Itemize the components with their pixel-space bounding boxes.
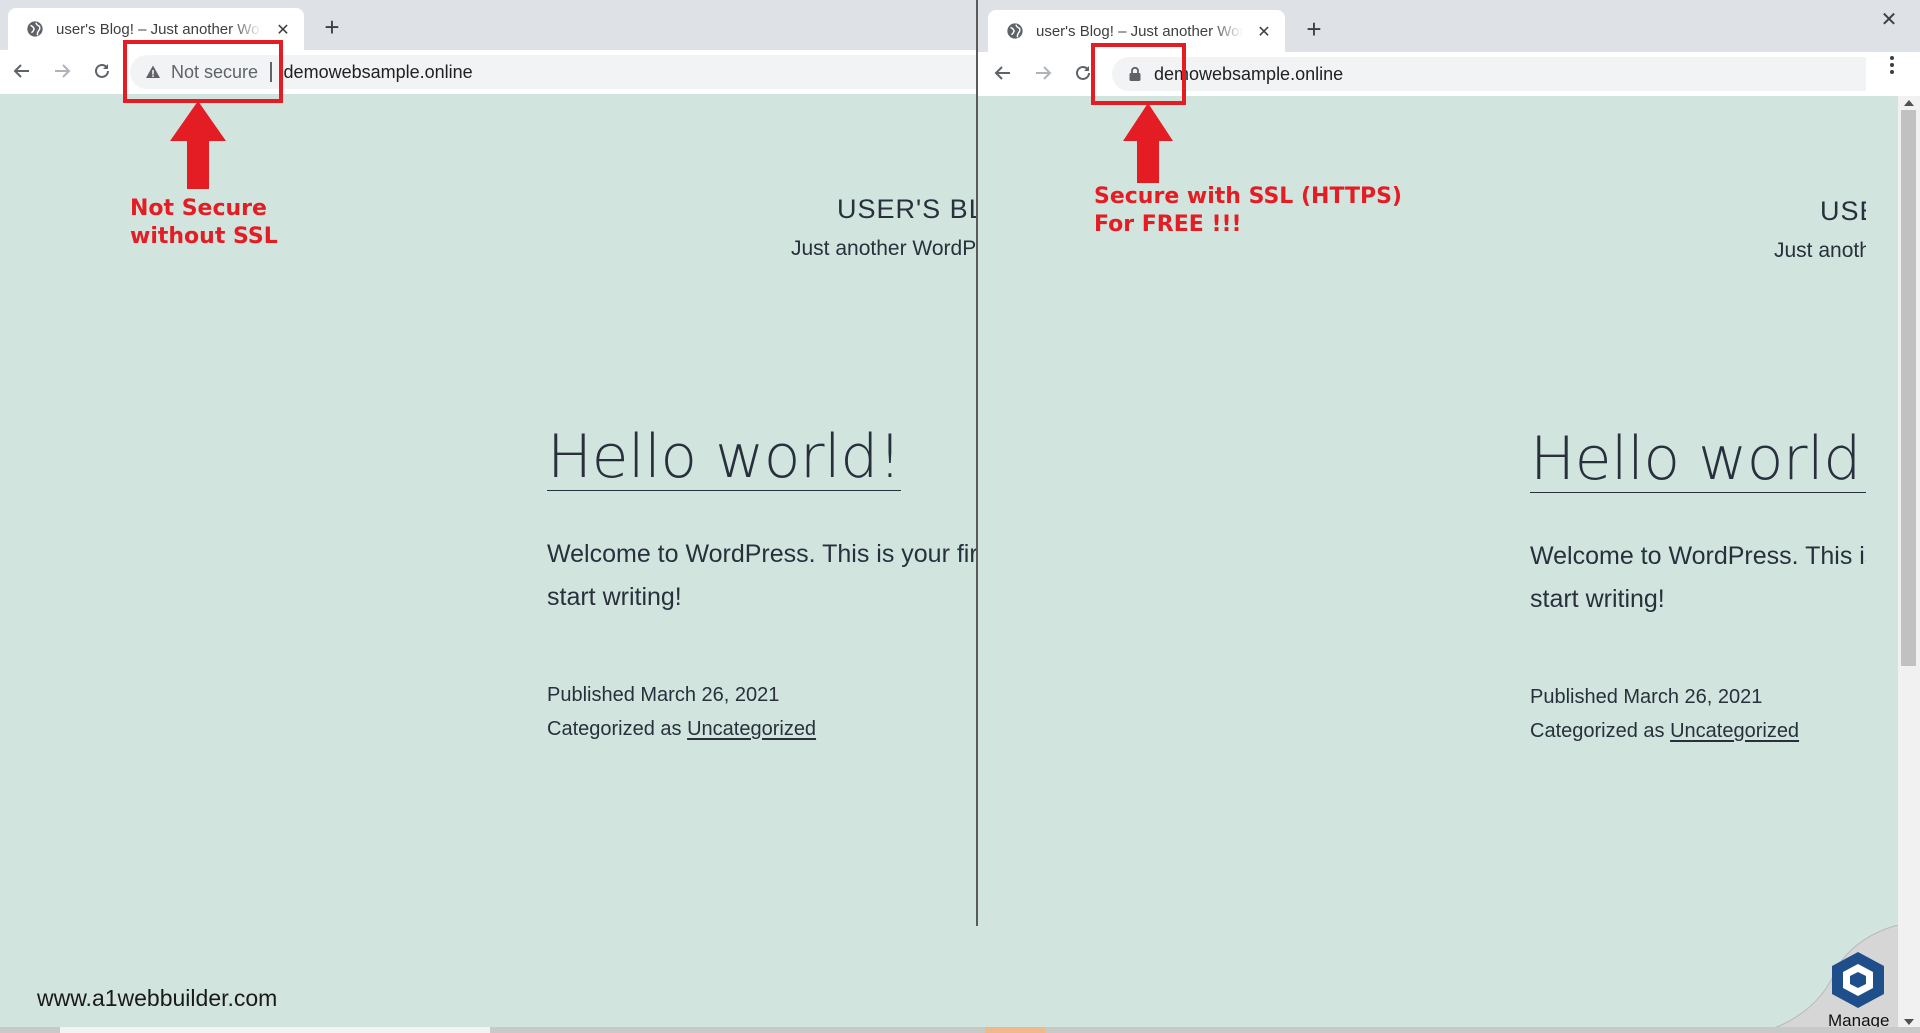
post-body-line-1: Welcome to WordPress. This is your first…	[1530, 542, 1866, 570]
taskbar-segment	[985, 1027, 1045, 1033]
post-title[interactable]: Hello world!	[547, 424, 902, 491]
tab-title: user's Blog! – Just another WordPress si…	[56, 20, 262, 38]
categorized-label: Categorized as	[547, 718, 682, 740]
right-annotation-line-1: Secure with SSL (HTTPS)	[1094, 184, 1402, 209]
taskbar-segment	[60, 1027, 490, 1033]
post-category-line: Categorized as Uncategorized	[1530, 714, 1799, 748]
forward-arrow-icon[interactable]	[1028, 58, 1058, 88]
post-body-line-2: start writing!	[1530, 585, 1665, 613]
site-description: Just another WordPress site	[1774, 239, 1866, 262]
website-watermark: www.a1webbuilder.com	[37, 985, 278, 1011]
new-tab-icon[interactable]: +	[318, 12, 346, 42]
published-date: Published March 26, 2021	[547, 684, 780, 706]
url-text[interactable]: demowebsample.online	[284, 62, 473, 83]
right-address-bar[interactable]: demowebsample.online	[1112, 57, 1866, 91]
scroll-down-icon[interactable]	[1904, 1019, 1914, 1025]
published-date: Published March 26, 2021	[1530, 686, 1763, 708]
globe-icon	[1007, 23, 1023, 39]
more-options-icon[interactable]	[1877, 50, 1907, 80]
taskbar-strip	[0, 1027, 1920, 1033]
left-highlight-box	[123, 40, 283, 103]
category-link[interactable]: Uncategorized	[1670, 720, 1799, 742]
globe-icon	[27, 21, 43, 37]
back-arrow-icon[interactable]	[7, 56, 37, 86]
left-annotation-line-1: Not Secure	[130, 196, 267, 221]
manage-widget[interactable]: Manage	[1820, 950, 1896, 1033]
site-title[interactable]: USER'S BLOG!	[837, 194, 976, 225]
cube-logo-icon	[1832, 952, 1884, 1008]
scrollbar-thumb[interactable]	[1901, 110, 1916, 666]
close-icon[interactable]: ✕	[1253, 20, 1275, 42]
tab-title: user's Blog! – Just another WordPress si…	[1036, 22, 1243, 40]
scrollbar-track[interactable]	[1898, 96, 1920, 1033]
right-highlight-box	[1091, 43, 1186, 105]
scroll-up-icon[interactable]	[1904, 100, 1914, 106]
post-body-line-2: start writing!	[547, 583, 682, 611]
post-body-line-1: Welcome to WordPress. This is your first…	[547, 540, 976, 568]
new-tab-icon[interactable]: +	[1300, 14, 1328, 44]
right-up-arrow-icon	[1123, 103, 1173, 183]
categorized-label: Categorized as	[1530, 720, 1665, 742]
forward-arrow-icon[interactable]	[47, 56, 77, 86]
site-description: Just another WordPress site	[791, 237, 976, 260]
right-annotation-line-2: For FREE !!!	[1094, 212, 1242, 237]
window-close-icon[interactable]: ✕	[1875, 5, 1903, 33]
close-icon[interactable]: ✕	[272, 18, 294, 40]
back-arrow-icon[interactable]	[988, 58, 1018, 88]
post-category-line: Categorized as Uncategorized	[547, 712, 816, 746]
post-title[interactable]: Hello world!	[1530, 426, 1866, 493]
site-title[interactable]: USER'S BLOG!	[1820, 196, 1866, 227]
left-up-arrow-icon	[170, 101, 226, 189]
reload-icon[interactable]	[87, 56, 117, 86]
category-link[interactable]: Uncategorized	[687, 718, 816, 740]
left-annotation-line-2: without SSL	[130, 224, 278, 249]
